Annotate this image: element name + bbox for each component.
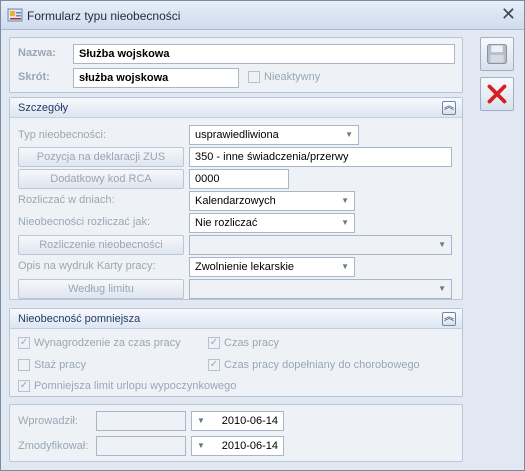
- title-bar: Formularz typu nieobecności ✕: [1, 1, 524, 30]
- pomniejsza-panel: Nieobecność pomniejsza ︽ ✓ Wynagrodzenie…: [9, 308, 463, 397]
- chevron-down-icon: ▼: [438, 284, 446, 293]
- zmodyfikowal-date-field[interactable]: ▼ 2010-06-14: [191, 436, 284, 456]
- wynagrodzenie-label: Wynagrodzenie za czas pracy: [34, 337, 181, 349]
- red-x-icon: [487, 84, 507, 104]
- limit-select[interactable]: ▼: [189, 279, 452, 299]
- chevron-down-icon: ▼: [438, 240, 446, 249]
- wprowadzil-date-field[interactable]: ▼ 2010-06-14: [191, 411, 284, 431]
- wprowadzil-date-value: 2010-06-14: [221, 415, 278, 427]
- czas-dopelniany-label: Czas pracy dopełniany do chorobowego: [224, 359, 420, 371]
- opis-value: Zwolnienie lekarskie: [195, 261, 295, 273]
- zus-button[interactable]: Pozycja na deklaracji ZUS: [18, 147, 184, 167]
- cancel-button[interactable]: [480, 77, 514, 111]
- limit-urlopu-label: Pomniejsza limit urlopu wypoczynkowego: [34, 380, 237, 392]
- rozliczac-dni-select[interactable]: Kalendarzowych ▼: [189, 191, 355, 211]
- szczegoly-header: Szczegóły ︽: [10, 98, 462, 118]
- pomniejsza-header: Nieobecność pomniejsza ︽: [10, 309, 462, 329]
- typ-select[interactable]: usprawiedliwiona ▼: [189, 125, 359, 145]
- wynagrodzenie-checkbox[interactable]: ✓: [18, 337, 30, 349]
- szczegoly-title: Szczegóły: [18, 102, 69, 114]
- typ-select-value: usprawiedliwiona: [195, 129, 279, 141]
- rozliczac-jak-value: Nie rozliczać: [195, 217, 258, 229]
- czas-pracy-label: Czas pracy: [224, 337, 280, 349]
- zmodyfikowal-label: Zmodyfikował:: [18, 440, 89, 452]
- typ-label: Typ nieobecności:: [18, 129, 107, 141]
- header-panel: Nazwa: Służba wojskowa Skrót: służba woj…: [9, 37, 463, 93]
- save-button[interactable]: [480, 37, 514, 71]
- nieaktywny-checkbox[interactable]: [248, 71, 260, 83]
- window-title: Formularz typu nieobecności: [27, 9, 181, 23]
- wprowadzil-user-field: [96, 411, 186, 431]
- rozliczac-dni-label: Rozliczać w dniach:: [18, 194, 115, 206]
- collapse-icon[interactable]: ︽: [442, 101, 456, 115]
- rozliczenie-select[interactable]: ▼: [189, 235, 452, 255]
- zmodyfikowal-user-field: [96, 436, 186, 456]
- rca-button[interactable]: Dodatkowy kod RCA: [18, 169, 184, 189]
- limit-urlopu-checkbox[interactable]: ✓: [18, 380, 30, 392]
- wprowadzil-label: Wprowadził:: [18, 415, 78, 427]
- chevron-down-icon: ▼: [197, 441, 205, 450]
- opis-select[interactable]: Zwolnienie lekarskie ▼: [189, 257, 355, 277]
- rozliczenie-button[interactable]: Rozliczenie nieobecności: [18, 235, 184, 255]
- chevron-down-icon: ▼: [341, 262, 349, 271]
- chevron-down-icon: ▼: [345, 130, 353, 139]
- opis-label: Opis na wydruk Karty pracy:: [18, 260, 156, 272]
- pomniejsza-title: Nieobecność pomniejsza: [18, 313, 141, 325]
- audit-panel: Wprowadził: ▼ 2010-06-14 Zmodyfikował: ▼…: [9, 404, 463, 462]
- collapse-icon[interactable]: ︽: [442, 312, 456, 326]
- zus-field[interactable]: 350 - inne świadczenia/przerwy: [189, 147, 452, 167]
- nieaktywny-label: Nieaktywny: [264, 71, 321, 83]
- form-window: Formularz typu nieobecności ✕ Nazwa: Słu…: [0, 0, 525, 471]
- nazwa-field[interactable]: Służba wojskowa: [73, 44, 455, 64]
- nazwa-label: Nazwa:: [18, 47, 56, 59]
- chevron-down-icon: ▼: [341, 218, 349, 227]
- czas-pracy-checkbox[interactable]: ✓: [208, 337, 220, 349]
- rca-field[interactable]: 0000: [189, 169, 289, 189]
- staz-pracy-label: Staż pracy: [34, 359, 86, 371]
- zmodyfikowal-date-value: 2010-06-14: [221, 440, 278, 452]
- skrot-label: Skrót:: [18, 71, 50, 83]
- form-content: Nazwa: Służba wojskowa Skrót: służba woj…: [1, 31, 524, 470]
- limit-button[interactable]: Według limitu: [18, 279, 184, 299]
- staz-pracy-checkbox[interactable]: [18, 359, 30, 371]
- chevron-down-icon: ▼: [341, 196, 349, 205]
- czas-dopelniany-checkbox[interactable]: ✓: [208, 359, 220, 371]
- close-icon[interactable]: ✕: [501, 4, 516, 25]
- skrot-field[interactable]: służba wojskowa: [73, 68, 239, 88]
- floppy-disk-icon: [487, 44, 507, 64]
- chevron-down-icon: ▼: [197, 416, 205, 425]
- app-icon: [7, 8, 23, 22]
- rozliczac-jak-label: Nieobecności rozliczać jak:: [18, 216, 151, 228]
- szczegoly-panel: Szczegóły ︽ Typ nieobecności: usprawiedl…: [9, 97, 463, 300]
- rozliczac-jak-select[interactable]: Nie rozliczać ▼: [189, 213, 355, 233]
- rozliczac-dni-value: Kalendarzowych: [195, 195, 276, 207]
